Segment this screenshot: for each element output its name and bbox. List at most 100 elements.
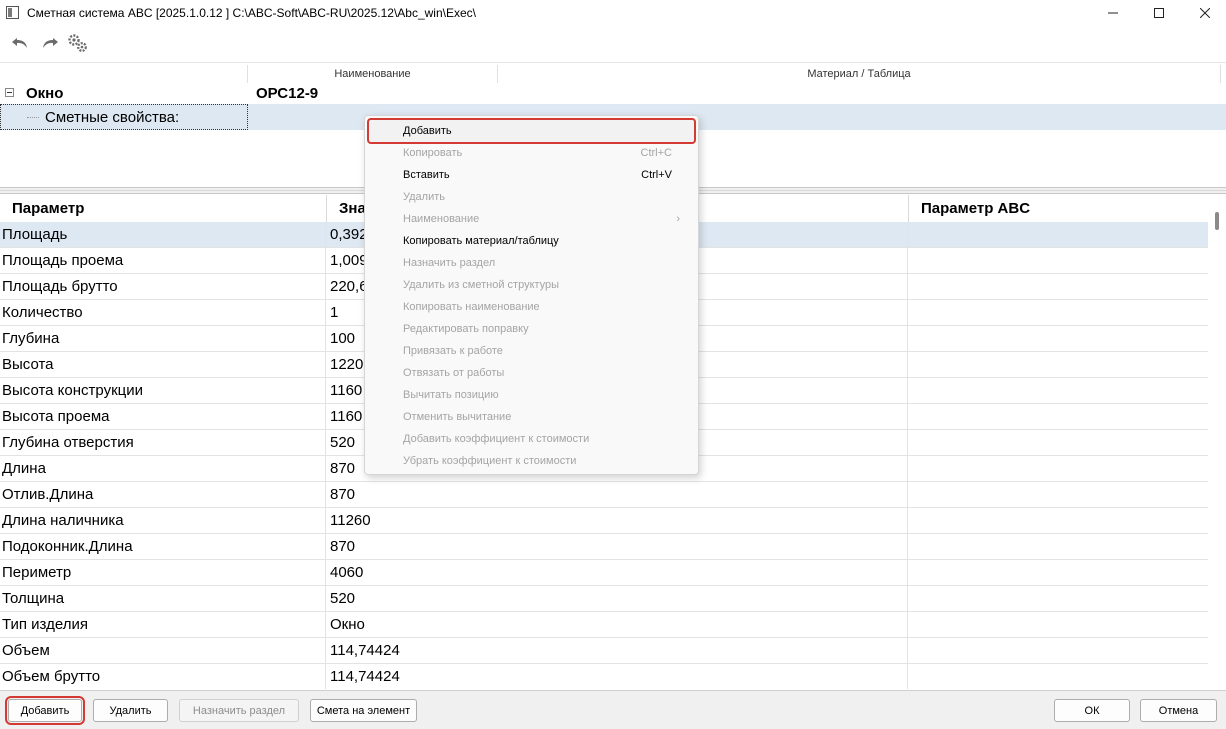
context-menu-item[interactable]: Добавить коэффициент к стоимости bbox=[369, 428, 694, 450]
settings-button[interactable] bbox=[66, 31, 90, 55]
param-cell[interactable]: Высота bbox=[0, 352, 326, 377]
context-menu-item[interactable]: Отвязать от работы bbox=[369, 362, 694, 384]
table-row[interactable]: Тип изделия Окно bbox=[0, 612, 1208, 638]
close-button[interactable] bbox=[1182, 0, 1226, 26]
context-menu-item[interactable]: Копировать материал/таблицу bbox=[369, 230, 694, 252]
abc-param-cell[interactable] bbox=[908, 300, 1208, 325]
maximize-button[interactable] bbox=[1136, 0, 1182, 26]
column-material-header[interactable]: Материал / Таблица bbox=[498, 63, 1220, 85]
context-menu-item[interactable]: Удалить из сметной структуры bbox=[369, 274, 694, 296]
abc-param-cell[interactable] bbox=[908, 638, 1208, 663]
abc-param-cell[interactable] bbox=[908, 222, 1208, 247]
context-menu-item[interactable]: Копировать наименование bbox=[369, 296, 694, 318]
vertical-scrollbar[interactable] bbox=[1210, 195, 1226, 689]
param-cell[interactable]: Длина bbox=[0, 456, 326, 481]
context-menu-item[interactable]: Копировать Ctrl+C bbox=[369, 142, 694, 164]
add-button[interactable]: Добавить bbox=[5, 696, 85, 725]
value-cell[interactable]: 870 bbox=[326, 534, 908, 559]
param-cell[interactable]: Глубина отверстия bbox=[0, 430, 326, 455]
menu-item-label: Убрать коэффициент к стоимости bbox=[403, 455, 577, 467]
header-param[interactable]: Параметр bbox=[0, 195, 327, 222]
collapse-icon[interactable] bbox=[5, 88, 14, 97]
context-menu-item[interactable]: Редактировать поправку bbox=[369, 318, 694, 340]
abc-param-cell[interactable] bbox=[908, 560, 1208, 585]
param-cell[interactable]: Высота проема bbox=[0, 404, 326, 429]
context-menu-item[interactable]: Вставить Ctrl+V bbox=[369, 164, 694, 186]
value-cell[interactable]: 11260 bbox=[326, 508, 908, 533]
abc-param-cell[interactable] bbox=[908, 612, 1208, 637]
menu-item-label: Добавить коэффициент к стоимости bbox=[403, 433, 590, 445]
context-menu-item[interactable]: Добавить bbox=[367, 118, 696, 144]
context-menu-item[interactable]: Удалить bbox=[369, 186, 694, 208]
abc-param-cell[interactable] bbox=[908, 586, 1208, 611]
value-cell[interactable]: Окно bbox=[326, 612, 908, 637]
param-cell[interactable]: Объем bbox=[0, 638, 326, 663]
menu-item-label: Наименование bbox=[403, 213, 480, 225]
param-cell[interactable]: Толщина bbox=[0, 586, 326, 611]
table-row[interactable]: Объем брутто 114,74424 bbox=[0, 664, 1208, 689]
abc-param-cell[interactable] bbox=[908, 352, 1208, 377]
estimate-properties-label: Сметные свойства: bbox=[45, 109, 180, 126]
abc-param-cell[interactable] bbox=[908, 664, 1208, 689]
value-cell[interactable]: 114,74424 bbox=[326, 664, 908, 689]
delete-button[interactable]: Удалить bbox=[93, 699, 168, 722]
settings-gears-icon bbox=[68, 34, 87, 52]
assign-section-button[interactable]: Назначить раздел bbox=[179, 699, 299, 722]
abc-param-cell[interactable] bbox=[908, 430, 1208, 455]
abc-param-cell[interactable] bbox=[908, 248, 1208, 273]
param-cell[interactable]: Высота конструкции bbox=[0, 378, 326, 403]
estimate-properties-cell[interactable]: Сметные свойства: bbox=[0, 104, 248, 130]
param-cell[interactable]: Площадь проема bbox=[0, 248, 326, 273]
value-cell[interactable]: 114,74424 bbox=[326, 638, 908, 663]
context-menu-item[interactable]: Отменить вычитание bbox=[369, 406, 694, 428]
undo-button[interactable] bbox=[8, 31, 32, 55]
tree-node-okno[interactable]: Окно ОРС12-9 bbox=[0, 84, 1226, 104]
abc-param-cell[interactable] bbox=[908, 378, 1208, 403]
param-cell[interactable]: Объем брутто bbox=[0, 664, 326, 689]
param-cell[interactable]: Периметр bbox=[0, 560, 326, 585]
table-row[interactable]: Отлив.Длина 870 bbox=[0, 482, 1208, 508]
menu-item-label: Копировать материал/таблицу bbox=[403, 235, 559, 247]
cancel-button[interactable]: Отмена bbox=[1140, 699, 1217, 722]
param-cell[interactable]: Тип изделия bbox=[0, 612, 326, 637]
context-menu-item[interactable]: Наименование › bbox=[369, 208, 694, 230]
abc-param-cell[interactable] bbox=[908, 404, 1208, 429]
menu-item-label: Удалить из сметной структуры bbox=[403, 279, 560, 291]
toolbar bbox=[0, 27, 1226, 59]
value-cell[interactable]: 520 bbox=[326, 586, 908, 611]
abc-param-cell[interactable] bbox=[908, 508, 1208, 533]
value-cell[interactable]: 4060 bbox=[326, 560, 908, 585]
abc-param-cell[interactable] bbox=[908, 456, 1208, 481]
value-cell[interactable]: 870 bbox=[326, 482, 908, 507]
table-row[interactable]: Подоконник.Длина 870 bbox=[0, 534, 1208, 560]
abc-param-cell[interactable] bbox=[908, 326, 1208, 351]
header-abc[interactable]: Параметр ABC bbox=[909, 195, 1210, 222]
abc-param-cell[interactable] bbox=[908, 534, 1208, 559]
table-row[interactable]: Объем 114,74424 bbox=[0, 638, 1208, 664]
param-cell[interactable]: Длина наличника bbox=[0, 508, 326, 533]
param-cell[interactable]: Площадь bbox=[0, 222, 326, 247]
abc-param-cell[interactable] bbox=[908, 274, 1208, 299]
param-cell[interactable]: Подоконник.Длина bbox=[0, 534, 326, 559]
minimize-button[interactable] bbox=[1090, 0, 1136, 26]
ok-button[interactable]: ОК bbox=[1054, 699, 1130, 722]
context-menu-item[interactable]: Привязать к работе bbox=[369, 340, 694, 362]
table-row[interactable]: Толщина 520 bbox=[0, 586, 1208, 612]
redo-button[interactable] bbox=[38, 31, 62, 55]
param-cell[interactable]: Количество bbox=[0, 300, 326, 325]
param-cell[interactable]: Отлив.Длина bbox=[0, 482, 326, 507]
context-menu-item[interactable]: Назначить раздел bbox=[369, 252, 694, 274]
table-row[interactable]: Периметр 4060 bbox=[0, 560, 1208, 586]
table-row[interactable]: Длина наличника 11260 bbox=[0, 508, 1208, 534]
context-menu-item[interactable]: Вычитать позицию bbox=[369, 384, 694, 406]
tree-header: Наименование Материал / Таблица bbox=[0, 62, 1226, 84]
column-name-header[interactable]: Наименование bbox=[248, 63, 497, 85]
param-cell[interactable]: Площадь брутто bbox=[0, 274, 326, 299]
scrollbar-thumb[interactable] bbox=[1215, 212, 1219, 230]
menu-item-label: Добавить bbox=[403, 125, 452, 137]
context-menu-item[interactable]: Убрать коэффициент к стоимости bbox=[369, 450, 694, 472]
estimate-element-button[interactable]: Смета на элемент bbox=[310, 699, 417, 722]
param-cell[interactable]: Глубина bbox=[0, 326, 326, 351]
abc-param-cell[interactable] bbox=[908, 482, 1208, 507]
title-bar: Сметная система ABC [2025.1.0.12 ] C:\AB… bbox=[0, 0, 1226, 26]
